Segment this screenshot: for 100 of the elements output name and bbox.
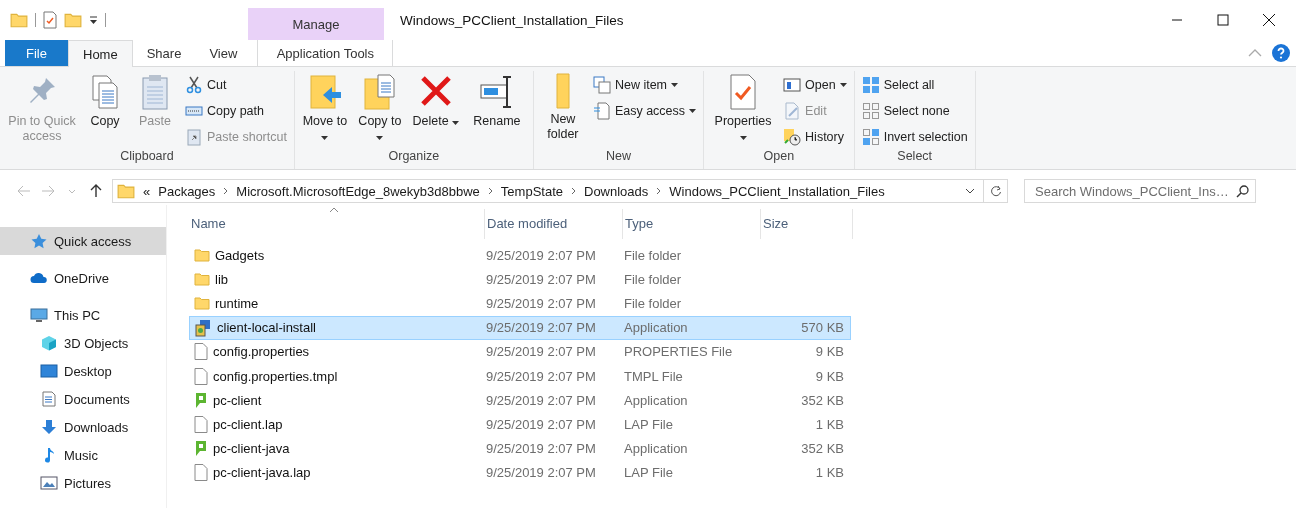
folder-icon (194, 247, 210, 264)
file-name: pc-client.lap (213, 416, 283, 432)
nav-item[interactable]: Desktop (0, 357, 166, 385)
ribbon-button[interactable]: Easy access (589, 99, 700, 123)
address-bar[interactable]: « Packages Microsoft.MicrosoftEdge_8wekyb3d8bbwe TempState Downloads Windows_PCClient_Installation_Files (112, 179, 1008, 203)
download-arrow-icon (40, 419, 58, 435)
ribbon-tab[interactable]: Home (68, 40, 133, 67)
group-label: Open (762, 149, 796, 165)
ribbon-button[interactable]: Select none (858, 99, 971, 123)
file-size: 352 KB (800, 441, 845, 457)
document-icon (194, 367, 208, 385)
column-header[interactable]: Type (623, 209, 761, 239)
breadcrumb[interactable]: TempState (500, 183, 563, 199)
file-row[interactable]: config.properties.tmpl 9/25/2019 2:07 PM TMPL File 9 KB (189, 363, 851, 389)
nav-item[interactable]: 3D Objects (0, 329, 166, 357)
open-window-icon (783, 76, 802, 94)
computer-icon (30, 307, 48, 323)
chevron-icon (223, 187, 229, 195)
maximize-icon (1217, 14, 1229, 26)
group-label: Select (896, 149, 934, 165)
file-type: LAP File (623, 416, 674, 432)
column-header[interactable]: Size (761, 209, 853, 239)
file-type: LAP File (623, 465, 674, 481)
ribbon-button[interactable]: Invert selection (858, 125, 971, 149)
file-name: pc-client-java (213, 441, 290, 457)
path-overflow-button[interactable]: « (143, 183, 151, 199)
file-name: pc-client-java.lap (213, 465, 311, 481)
breadcrumb[interactable]: Downloads (584, 183, 649, 199)
close-icon (1262, 13, 1276, 27)
file-row[interactable]: client-local-install 9/25/2019 2:07 PM Application 570 KB (189, 315, 851, 340)
ribbon-button[interactable]: Open (780, 73, 850, 97)
file-row[interactable]: Gadgets 9/25/2019 2:07 PM File folder (189, 243, 851, 268)
ribbon-button[interactable]: New folder (537, 71, 588, 144)
date-modified: 9/25/2019 2:07 PM (485, 392, 597, 408)
ribbon-button[interactable]: Select all (858, 73, 971, 97)
search-icon (1236, 184, 1249, 198)
easy-access-icon (592, 102, 611, 120)
nav-item[interactable]: This PC (0, 301, 166, 329)
column-header[interactable]: Date modified (485, 209, 623, 239)
column-header[interactable]: Name (189, 209, 485, 239)
ribbon-button[interactable]: New item (589, 73, 700, 97)
ribbon-tab[interactable]: File (5, 40, 68, 66)
file-type: TMPL File (623, 368, 684, 384)
dropdown-chevron-icon[interactable] (965, 188, 975, 194)
group-label: Organize (387, 149, 441, 165)
file-size: 1 KB (814, 416, 845, 432)
copy-to-folder-icon (361, 73, 398, 111)
nav-item[interactable]: OneDrive (0, 264, 166, 292)
window-title: Windows_PCClient_Installation_Files (399, 11, 625, 30)
ribbon-tab[interactable]: Application Tools (257, 40, 394, 66)
file-row[interactable]: lib 9/25/2019 2:07 PM File folder (189, 267, 851, 292)
file-name: config.properties.tmpl (213, 368, 338, 384)
file-row[interactable]: pc-client-java 9/25/2019 2:07 PM Application 352 KB (189, 436, 851, 461)
collapse-ribbon-icon[interactable] (1248, 49, 1262, 57)
history-clock-icon (783, 128, 802, 146)
file-row[interactable]: pc-client 9/25/2019 2:07 PM Application 352 KB (189, 388, 851, 413)
file-type: PROPERTIES File (623, 344, 734, 360)
breadcrumb[interactable]: Windows_PCClient_Installation_Files (669, 183, 885, 199)
file-name: client-local-install (217, 320, 316, 336)
file-row[interactable]: runtime 9/25/2019 2:07 PM File folder (189, 291, 851, 316)
ribbon-button[interactable]: Cut (182, 73, 290, 97)
nav-item[interactable]: Documents (0, 385, 166, 413)
ribbon-button[interactable]: Delete (408, 71, 463, 131)
cloud-icon (30, 270, 48, 286)
context-tab-header: Manage (248, 8, 384, 40)
ribbon-button[interactable]: Move to (298, 71, 351, 146)
ribbon-button[interactable]: Properties (708, 71, 779, 146)
forward-arrow-icon (41, 185, 55, 197)
file-row[interactable]: pc-client-java.lap 9/25/2019 2:07 PM LAP File 1 KB (189, 460, 851, 485)
ribbon-button[interactable]: History (780, 125, 850, 149)
ribbon-button[interactable]: Copy to (352, 71, 407, 146)
date-modified: 9/25/2019 2:07 PM (485, 368, 597, 384)
properties-check-icon[interactable] (43, 11, 57, 29)
installer-icon (194, 318, 212, 337)
ribbon-tab[interactable]: Share (132, 40, 196, 66)
ribbon-button[interactable]: Copy (82, 71, 128, 131)
file-row[interactable]: config.properties 9/25/2019 2:07 PM PROPERTIES File 9 KB (189, 339, 851, 364)
nav-item[interactable]: Downloads (0, 413, 166, 441)
ribbon-tab[interactable]: View (195, 40, 252, 66)
breadcrumb[interactable]: Microsoft.MicrosoftEdge_8wekyb3d8bbwe (236, 183, 480, 199)
file-type: File folder (623, 247, 683, 263)
paste-shortcut-icon (185, 128, 203, 146)
chevron-down-icon (68, 188, 76, 194)
ribbon-button[interactable]: Copy path (182, 99, 290, 123)
file-type: Application (623, 320, 689, 336)
nav-item[interactable]: Music (0, 441, 166, 469)
ribbon-button[interactable]: Rename (464, 71, 529, 131)
date-modified: 9/25/2019 2:07 PM (485, 416, 597, 432)
group-label: New (605, 149, 632, 165)
folder-icon (64, 11, 82, 29)
nav-item[interactable]: Pictures (0, 469, 166, 497)
nav-item[interactable]: Quick access (0, 227, 166, 255)
help-icon[interactable] (1272, 44, 1290, 62)
file-row[interactable]: pc-client.lap 9/25/2019 2:07 PM LAP File 1 KB (189, 412, 851, 437)
search-field[interactable]: Search Windows_PCClient_Ins… (1024, 179, 1256, 203)
date-modified: 9/25/2019 2:07 PM (485, 271, 597, 287)
customize-dropdown-icon[interactable] (89, 15, 98, 25)
folder-icon (194, 295, 210, 312)
breadcrumb[interactable]: Packages (158, 183, 216, 199)
group-label: Clipboard (119, 149, 175, 165)
